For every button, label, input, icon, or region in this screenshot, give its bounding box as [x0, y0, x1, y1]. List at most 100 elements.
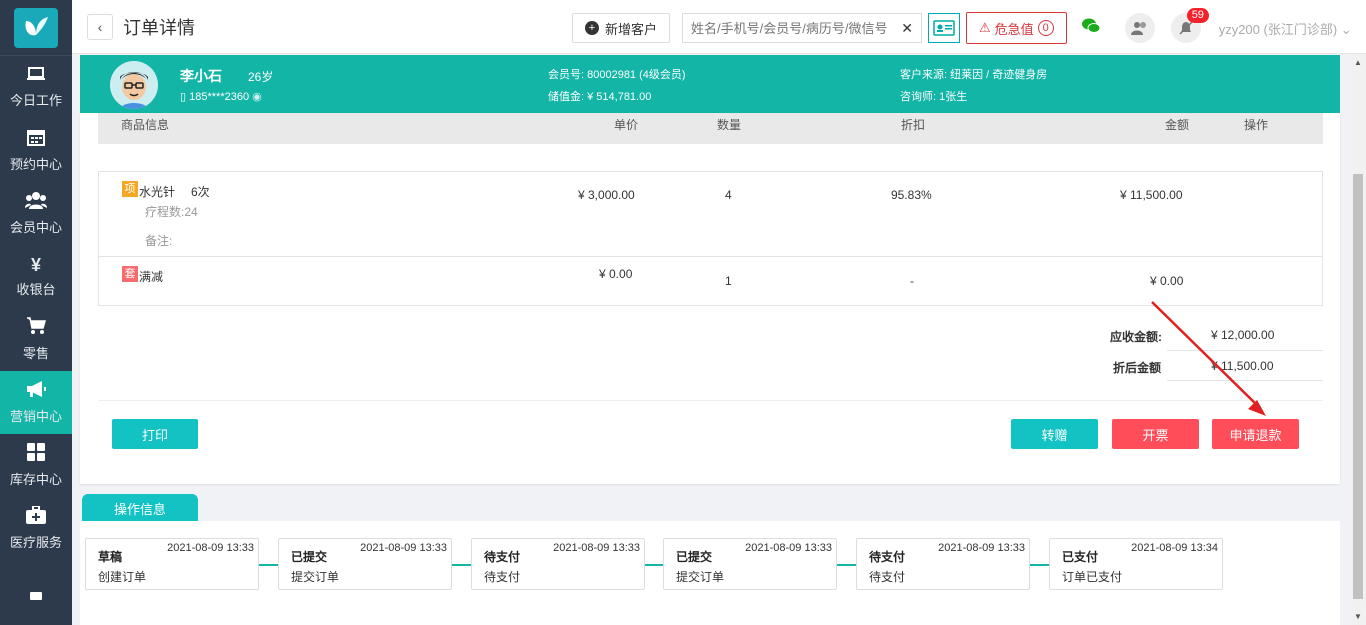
sidebar-item-members[interactable]: 会员中心: [0, 182, 72, 245]
critical-value-label: 危急值: [994, 21, 1034, 37]
sidebar-item-label: 会员中心: [9, 220, 62, 235]
item-price: ¥ 0.00: [599, 267, 633, 281]
sidebar-item-today-work[interactable]: 今日工作: [0, 56, 72, 119]
tab-operation-info[interactable]: 操作信息: [82, 494, 198, 522]
item-discount: 95.83%: [891, 188, 932, 202]
timeline-connector: [645, 564, 664, 566]
sidebar-item-label: 库存中心: [9, 472, 62, 487]
step-time: 2021-08-09 13:33: [553, 542, 640, 554]
scroll-thumb[interactable]: [1353, 174, 1363, 599]
invoice-button[interactable]: 开票: [1112, 419, 1199, 449]
page-title: 订单详情: [123, 17, 195, 38]
customer-phone-value: 185****2360: [189, 91, 250, 103]
item-amount: ¥ 11,500.00: [1120, 188, 1183, 202]
timeline-step: 待支付 2021-08-09 13:33 待支付: [856, 538, 1030, 590]
cart-icon: [26, 317, 46, 339]
page-scrollbar[interactable]: ▲ ▼: [1350, 54, 1366, 625]
new-customer-button[interactable]: + 新增客户: [572, 13, 671, 43]
sidebar-item-cashier[interactable]: ¥ 收银台: [0, 245, 72, 308]
transfer-button[interactable]: 转赠: [1011, 419, 1098, 449]
scroll-up-icon[interactable]: ▲: [1354, 58, 1362, 67]
discounted-label: 折后金额: [1113, 361, 1162, 375]
customer-info-bar: 李小石 26岁 ▯ 185****2360 ◉ 会员号: 80002981 (4…: [80, 55, 1340, 113]
header-amount: 金额: [1165, 118, 1190, 132]
sidebar-item-label: 营销中心: [9, 409, 62, 424]
critical-value-button[interactable]: ⚠ 危急值 0: [966, 12, 1067, 44]
timeline-connector: [259, 564, 278, 566]
row-divider: [99, 256, 1322, 257]
sidebar-item-retail[interactable]: 零售: [0, 308, 72, 371]
item-tag: 项: [122, 181, 138, 197]
clear-search-icon[interactable]: ✕: [901, 20, 913, 37]
app-logo[interactable]: [0, 0, 72, 56]
print-button[interactable]: 打印: [112, 419, 198, 449]
phone-icon: ▯: [180, 91, 187, 103]
plus-circle-icon: +: [585, 21, 599, 35]
timeline-step: 已提交 2021-08-09 13:33 提交订单: [278, 538, 452, 590]
laptop-icon: [26, 66, 46, 86]
receivable-label: 应收金额:: [1110, 330, 1162, 344]
item-amount: ¥ 0.00: [1150, 274, 1184, 288]
back-button[interactable]: ‹: [87, 13, 113, 40]
alert-icon: ⚠: [979, 20, 991, 35]
timeline-step: 待支付 2021-08-09 13:33 待支付: [471, 538, 645, 590]
timeline-step: 已提交 2021-08-09 13:33 提交订单: [663, 538, 837, 590]
user-label: yzy200 (张江门诊部): [1218, 21, 1338, 37]
sidebar-item-medical[interactable]: 医疗服务: [0, 497, 72, 560]
stored-balance: 储值金: ¥ 514,781.00: [548, 91, 652, 103]
summary-divider: [1167, 350, 1323, 351]
header-discount: 折扣: [901, 118, 926, 132]
scroll-down-icon[interactable]: ▼: [1354, 612, 1362, 621]
butterfly-logo-icon: [14, 7, 58, 48]
sidebar-item-inventory[interactable]: 库存中心: [0, 434, 72, 497]
item-qty: 1: [725, 274, 732, 288]
header-qty: 数量: [717, 118, 742, 132]
sidebar-item-marketing[interactable]: 营销中心: [0, 371, 72, 434]
wechat-icon[interactable]: [1081, 18, 1101, 39]
sidebar-item-appointments[interactable]: 预约中心: [0, 119, 72, 182]
header-action: 操作: [1244, 118, 1269, 132]
item-tag: 套: [122, 266, 138, 282]
step-desc: 提交订单: [291, 570, 340, 584]
consultant: 咨询师: 1张生: [900, 91, 968, 103]
eye-icon[interactable]: ◉: [252, 91, 262, 103]
discounted-value: ¥ 11,500.00: [1211, 359, 1274, 373]
item-course: 疗程数:24: [145, 205, 198, 219]
timeline-connector: [837, 564, 856, 566]
item-note: 备注:: [145, 234, 173, 248]
sidebar: 今日工作 预约中心 会员中心 ¥ 收银台 零售 营销中心 库存中心 医疗服务: [0, 0, 72, 625]
timeline-step: 已支付 2021-08-09 13:34 订单已支付: [1049, 538, 1223, 590]
timeline-connector: [452, 564, 471, 566]
step-time: 2021-08-09 13:34: [1131, 542, 1218, 554]
order-detail-card: 商品信息 单价 数量 折扣 金额 操作 项 水光针 6次 疗程数:24 备注: …: [80, 113, 1340, 484]
team-icon[interactable]: [1124, 13, 1155, 43]
step-time: 2021-08-09 13:33: [938, 542, 1025, 554]
header-price: 单价: [614, 118, 639, 132]
user-menu[interactable]: yzy200 (张江门诊部) ⌄: [1219, 19, 1352, 38]
summary-divider: [1167, 380, 1323, 381]
step-status: 已提交: [291, 550, 328, 564]
id-card-button[interactable]: [928, 13, 961, 43]
notification-button[interactable]: 59: [1170, 8, 1209, 43]
item-name: 水光针: [139, 185, 176, 199]
sidebar-item-label: 收银台: [16, 282, 56, 297]
users-icon: [25, 191, 47, 213]
step-desc: 待支付: [869, 570, 906, 584]
medkit-icon: [26, 505, 46, 528]
search-input[interactable]: [691, 20, 902, 36]
yen-icon: ¥: [30, 255, 41, 275]
actions-divider: [98, 400, 1323, 401]
sidebar-item-label: 预约中心: [9, 157, 62, 172]
step-time: 2021-08-09 13:33: [167, 542, 254, 554]
new-customer-label: 新增客户: [605, 21, 658, 37]
step-desc: 提交订单: [676, 570, 725, 584]
chevron-down-icon: ⌄: [1340, 21, 1352, 37]
customer-age: 26岁: [248, 70, 274, 84]
operation-timeline: 草稿 2021-08-09 13:33 创建订单 已提交 2021-08-09 …: [80, 521, 1340, 625]
step-status: 待支付: [869, 550, 906, 564]
refund-button[interactable]: 申请退款: [1212, 419, 1299, 449]
item-qty: 4: [725, 188, 732, 202]
megaphone-icon: [25, 380, 47, 402]
sidebar-more-icon[interactable]: [30, 592, 42, 600]
customer-avatar: [110, 61, 158, 109]
